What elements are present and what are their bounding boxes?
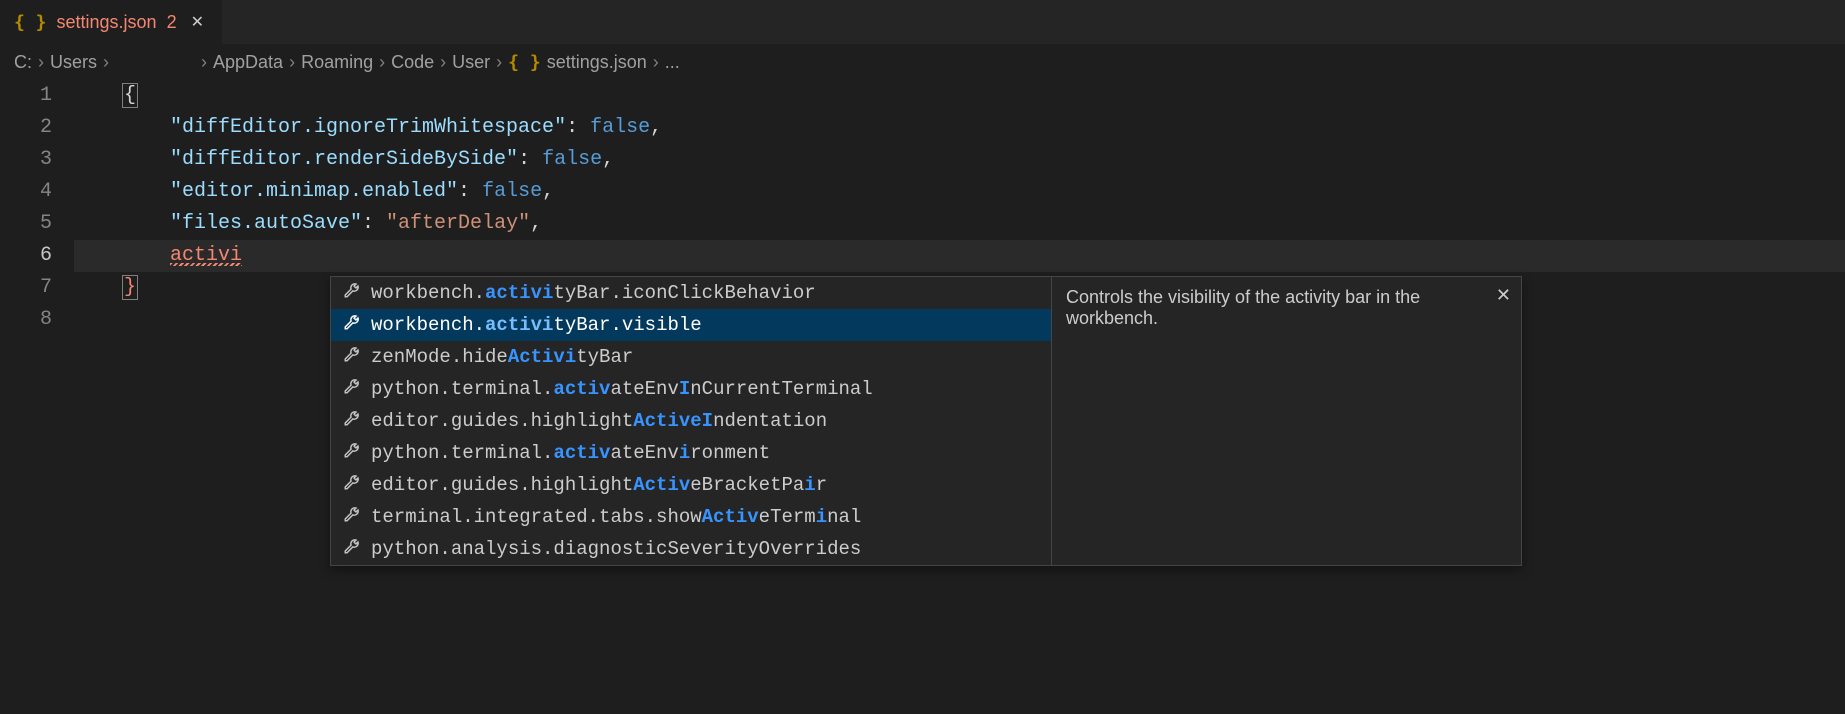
suggest-item-label: editor.guides.highlightActiveIndentation [371, 410, 827, 432]
wrench-icon [343, 345, 361, 369]
suggest-item[interactable]: python.analysis.diagnosticSeverityOverri… [331, 533, 1051, 565]
suggest-list[interactable]: workbench.activityBar.iconClickBehavior w… [331, 277, 1051, 565]
breadcrumb-segment[interactable]: Roaming [301, 52, 373, 73]
breadcrumb-segment[interactable]: AppData [213, 52, 283, 73]
wrench-icon [343, 537, 361, 561]
breadcrumb-segment[interactable]: C: [14, 52, 32, 73]
suggest-item-label: workbench.activityBar.iconClickBehavior [371, 282, 816, 304]
typed-text: activi [170, 244, 242, 267]
brace-open: { [122, 83, 138, 108]
tab-bar: { } settings.json 2 ✕ [0, 0, 1845, 44]
tab-settings-json[interactable]: { } settings.json 2 ✕ [0, 0, 223, 44]
chevron-right-icon: › [379, 52, 385, 73]
suggest-item-label: zenMode.hideActivityBar [371, 346, 633, 368]
line-number-gutter: 1 2 3 4 5 6 7 8 [0, 80, 74, 336]
suggest-item[interactable]: workbench.activityBar.iconClickBehavior [331, 277, 1051, 309]
brace-close: } [122, 275, 138, 300]
json-braces-icon: { } [508, 52, 541, 73]
wrench-icon [343, 505, 361, 529]
suggest-item[interactable]: zenMode.hideActivityBar [331, 341, 1051, 373]
suggest-item-label: editor.guides.highlightActiveBracketPair [371, 474, 827, 496]
chevron-right-icon: › [496, 52, 502, 73]
code-area[interactable]: { "diffEditor.ignoreTrimWhitespace": fal… [74, 80, 1845, 336]
wrench-icon [343, 409, 361, 433]
suggest-item-label: workbench.activityBar.visible [371, 314, 702, 336]
suggest-widget: workbench.activityBar.iconClickBehavior w… [330, 276, 1522, 566]
suggest-item[interactable]: python.terminal.activateEnvInCurrentTerm… [331, 373, 1051, 405]
suggest-item[interactable]: editor.guides.highlightActiveIndentation [331, 405, 1051, 437]
chevron-right-icon: › [201, 52, 207, 73]
json-braces-icon: { } [14, 12, 47, 33]
suggest-item[interactable]: editor.guides.highlightActiveBracketPair [331, 469, 1051, 501]
tab-problem-count: 2 [167, 12, 177, 33]
wrench-icon [343, 473, 361, 497]
suggest-doc: Controls the visibility of the activity … [1051, 277, 1521, 565]
chevron-right-icon: › [103, 52, 109, 73]
wrench-icon [343, 377, 361, 401]
breadcrumb-file[interactable]: { } settings.json [508, 52, 647, 73]
wrench-icon [343, 441, 361, 465]
close-icon[interactable]: ✕ [1496, 285, 1511, 306]
suggest-item-label: python.terminal.activateEnvironment [371, 442, 770, 464]
suggest-item-label: python.terminal.activateEnvInCurrentTerm… [371, 378, 873, 400]
chevron-right-icon: › [38, 52, 44, 73]
breadcrumb-segment[interactable]: User [452, 52, 490, 73]
breadcrumb-segment[interactable]: Users [50, 52, 97, 73]
suggest-item-label: terminal.integrated.tabs.showActiveTermi… [371, 506, 861, 528]
editor[interactable]: 1 2 3 4 5 6 7 8 { "diffEditor.ignoreTrim… [0, 80, 1845, 336]
chevron-right-icon: › [440, 52, 446, 73]
chevron-right-icon: › [289, 52, 295, 73]
breadcrumb[interactable]: C: › Users › › AppData › Roaming › Code … [0, 44, 1845, 80]
suggest-item-label: python.analysis.diagnosticSeverityOverri… [371, 538, 861, 560]
suggest-doc-text: Controls the visibility of the activity … [1066, 287, 1420, 328]
breadcrumb-segment[interactable]: Code [391, 52, 434, 73]
suggest-item[interactable]: python.terminal.activateEnvironment [331, 437, 1051, 469]
breadcrumb-tail[interactable]: ... [665, 52, 680, 73]
close-icon[interactable]: ✕ [187, 10, 208, 34]
suggest-item[interactable]: workbench.activityBar.visible [331, 309, 1051, 341]
tab-label: settings.json [57, 12, 157, 33]
suggest-item[interactable]: terminal.integrated.tabs.showActiveTermi… [331, 501, 1051, 533]
wrench-icon [343, 281, 361, 305]
chevron-right-icon: › [653, 52, 659, 73]
wrench-icon [343, 313, 361, 337]
